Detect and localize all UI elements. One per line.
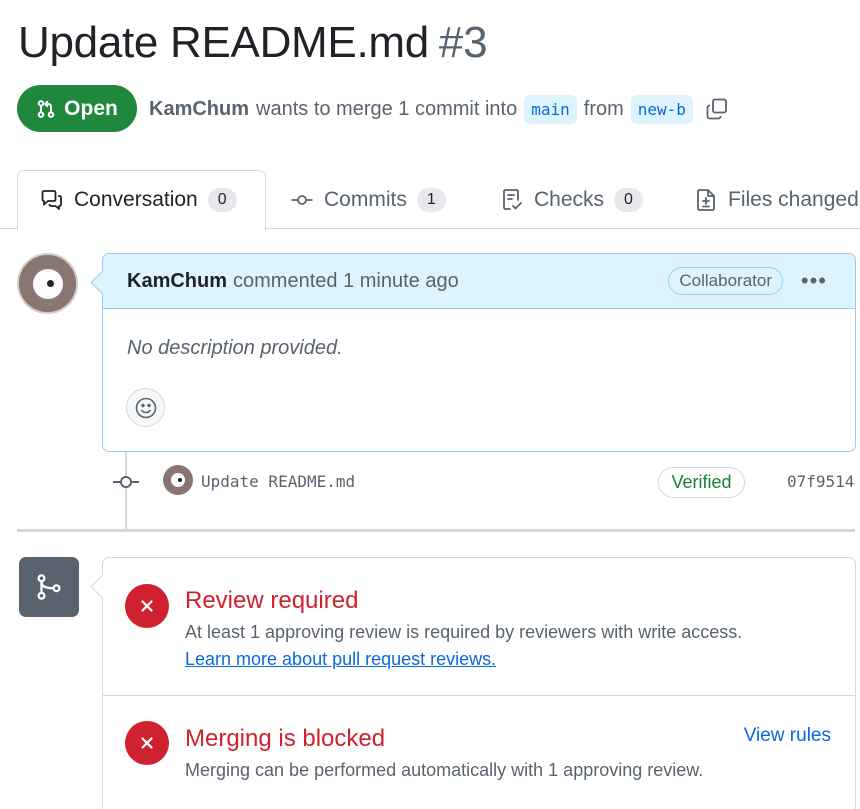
review-required-description: At least 1 approving review is required … [185,622,743,642]
comment-header: KamChum commented 1 minute ago Collabora… [103,254,855,309]
head-branch[interactable]: new-b [630,94,693,124]
review-required-title: Review required [185,587,359,614]
pr-title-text: Update README.md [18,18,429,67]
tab-files-changed[interactable]: Files changed [672,170,860,229]
pr-state-label: Open [64,96,118,120]
git-pull-request-icon [37,99,55,118]
merge-box: Review required At least 1 approving rev… [102,557,856,809]
collaborator-badge: Collaborator [668,267,783,295]
git-merge-icon [37,574,61,600]
comment-author-link[interactable]: KamChum [127,270,227,293]
pr-state-badge: Open [17,85,137,132]
tab-checks[interactable]: Checks 0 [478,170,665,229]
tab-conversation[interactable]: Conversation 0 [17,170,266,230]
tab-commits[interactable]: Commits 1 [268,170,468,229]
merging-blocked-description: Merging can be performed automatically w… [185,760,704,780]
pr-title: Update README.md #3 [18,18,488,68]
comment-card: KamChum commented 1 minute ago Collabora… [102,253,856,452]
kebab-menu-icon[interactable]: ••• [801,268,827,294]
add-reaction-button[interactable] [126,388,165,427]
smiley-icon [135,397,156,418]
comment-action: commented [233,269,338,292]
commit-message-link[interactable]: Update README.md [201,472,355,491]
tab-checks-count: 0 [614,187,643,212]
learn-more-link[interactable]: Learn more about pull request reviews. [185,649,496,670]
view-rules-link[interactable]: View rules [744,725,831,747]
verified-badge[interactable]: Verified [658,467,745,498]
pr-merge-text: wants to merge 1 commit into [256,97,518,120]
review-required-section: Review required At least 1 approving rev… [103,558,855,696]
merging-blocked-title: Merging is blocked [185,725,386,752]
avatar[interactable] [17,253,78,314]
commit-sha-link[interactable]: 07f9514 [787,472,854,491]
base-branch[interactable]: main [524,94,577,124]
git-commit-icon [291,194,313,205]
tab-checks-label: Checks [534,187,605,211]
tab-conversation-label: Conversation [74,188,198,211]
git-commit-icon [113,476,139,488]
copy-icon[interactable] [705,97,729,121]
tab-conversation-count: 0 [207,188,237,212]
comment-discussion-icon [41,190,62,210]
checklist-icon [503,188,522,210]
comment-timestamp[interactable]: 1 minute ago [343,270,459,293]
pr-author-link[interactable]: KamChum [149,98,249,121]
merge-status-icon [19,557,79,617]
x-circle-icon [125,721,169,765]
pr-tabs: Conversation 0 Commits 1 Checks 0 Files … [0,170,860,230]
merging-blocked-section: Merging is blocked Merging can be perfor… [103,696,855,809]
x-circle-icon [125,584,169,628]
tab-commits-count: 1 [416,187,446,212]
tab-files-changed-label: Files changed [728,187,859,211]
pr-number: #3 [438,18,488,67]
tab-commits-label: Commits [324,187,407,211]
commit-author-avatar[interactable] [163,465,193,495]
file-diff-icon [697,188,715,211]
pr-meta: KamChum wants to merge 1 commit into mai… [149,92,729,126]
comment-body: No description provided. [127,337,343,359]
timeline-divider [17,529,855,532]
pr-from-text: from [583,97,624,120]
